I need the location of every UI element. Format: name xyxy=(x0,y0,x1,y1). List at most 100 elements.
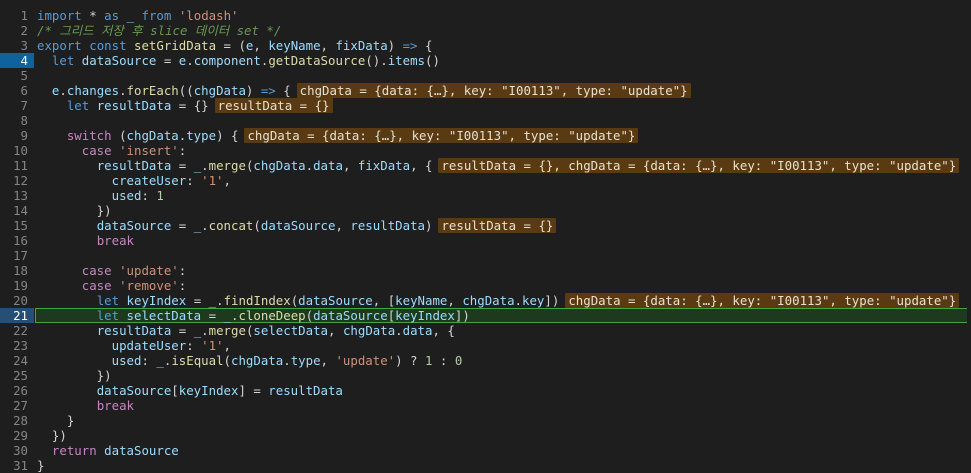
code-text[interactable]: resultData = _.merge(selectData, chgData… xyxy=(37,323,455,338)
line-number[interactable]: 1 xyxy=(0,8,28,23)
line-number[interactable]: 16 xyxy=(0,233,28,248)
code-line[interactable]: 27 break xyxy=(0,398,971,413)
code-line[interactable]: 9 switch (chgData.type) {chgData = {data… xyxy=(0,128,971,143)
code-text[interactable]: }) xyxy=(37,428,67,443)
code-line[interactable]: 17 xyxy=(0,248,971,263)
code-text[interactable]: return dataSource xyxy=(37,443,179,458)
code-line[interactable]: 30 return dataSource xyxy=(0,443,971,458)
code-line[interactable]: 23 updateUser: '1', xyxy=(0,338,971,353)
code-text[interactable]: }) xyxy=(37,368,112,383)
line-number[interactable]: 4 xyxy=(0,53,28,68)
line-number[interactable]: 9 xyxy=(0,128,28,143)
line-number[interactable]: 18 xyxy=(0,263,28,278)
code-line[interactable]: 20 let keyIndex = _.findIndex(dataSource… xyxy=(0,293,971,308)
code-line[interactable]: 11 resultData = _.merge(chgData.data, fi… xyxy=(0,158,971,173)
code-text[interactable]: let keyIndex = _.findIndex(dataSource, [… xyxy=(37,293,960,308)
code-line[interactable]: 28 } xyxy=(0,413,971,428)
code-line[interactable]: 13 used: 1 xyxy=(0,188,971,203)
code-line[interactable]: 16 break xyxy=(0,233,971,248)
line-number[interactable]: 3 xyxy=(0,38,28,53)
code-text[interactable]: } xyxy=(37,413,74,428)
code-line[interactable]: 7 let resultData = {} resultData = {} xyxy=(0,98,971,113)
code-text[interactable]: let resultData = {} resultData = {} xyxy=(37,98,333,113)
code-text[interactable]: break xyxy=(37,233,134,248)
debug-inline-value[interactable]: chgData = {data: {…}, key: "I00113", typ… xyxy=(244,128,639,143)
line-number[interactable]: 7 xyxy=(0,98,28,113)
line-number[interactable]: 5 xyxy=(0,68,28,83)
code-text[interactable]: let selectData = _.cloneDeep(dataSource[… xyxy=(37,308,470,323)
line-number[interactable]: 25 xyxy=(0,368,28,383)
line-number[interactable]: 19 xyxy=(0,278,28,293)
line-number[interactable]: 29 xyxy=(0,428,28,443)
code-text[interactable]: /* 그리드 저장 후 slice 데이터 set */ xyxy=(37,23,281,38)
code-text[interactable]: export const setGridData = (e, keyName, … xyxy=(37,38,432,53)
code-token: '1' xyxy=(201,338,224,353)
code-line[interactable]: 26 dataSource[keyIndex] = resultData xyxy=(0,383,971,398)
line-number[interactable]: 17 xyxy=(0,248,28,263)
line-number[interactable]: 6 xyxy=(0,83,28,98)
code-line[interactable]: 25 }) xyxy=(0,368,971,383)
code-line[interactable]: 5 xyxy=(0,68,971,83)
code-editor[interactable]: 1 import * as _ from 'lodash' 2 /* 그리드 저장 후… xyxy=(0,0,971,473)
code-text[interactable]: e.changes.forEach((chgData) => {chgData … xyxy=(37,83,691,98)
code-line[interactable]: 22 resultData = _.merge(selectData, chgD… xyxy=(0,323,971,338)
line-number[interactable]: 27 xyxy=(0,398,28,413)
code-line[interactable]: 1 import * as _ from 'lodash' xyxy=(0,8,971,23)
line-number[interactable]: 20 xyxy=(0,293,28,308)
code-line[interactable]: 14 }) xyxy=(0,203,971,218)
code-line[interactable]: 24 used: _.isEqual(chgData.type, 'update… xyxy=(0,353,971,368)
line-number[interactable]: 2 xyxy=(0,23,28,38)
code-text[interactable]: resultData = _.merge(chgData.data, fixDa… xyxy=(37,158,960,173)
code-line[interactable]: 2 /* 그리드 저장 후 slice 데이터 set */ xyxy=(0,23,971,38)
code-line[interactable]: 18 case 'update': xyxy=(0,263,971,278)
code-text[interactable]: updateUser: '1', xyxy=(37,338,231,353)
code-text[interactable]: used: 1 xyxy=(37,188,164,203)
line-number[interactable]: 24 xyxy=(0,353,28,368)
line-number[interactable]: 21 xyxy=(0,308,28,323)
code-text[interactable]: }) xyxy=(37,203,112,218)
debug-inline-value[interactable]: resultData = {} xyxy=(438,218,557,233)
line-number[interactable]: 26 xyxy=(0,383,28,398)
line-number[interactable]: 14 xyxy=(0,203,28,218)
code-line[interactable]: 21 let selectData = _.cloneDeep(dataSour… xyxy=(0,308,971,323)
code-text[interactable]: createUser: '1', xyxy=(37,173,231,188)
code-line[interactable]: 4 let dataSource = e.component.getDataSo… xyxy=(0,53,971,68)
line-number[interactable]: 8 xyxy=(0,113,28,128)
debug-inline-value[interactable]: chgData = {data: {…}, key: "I00113", typ… xyxy=(565,293,960,308)
line-number[interactable]: 15 xyxy=(0,218,28,233)
debug-inline-value[interactable]: resultData = {}, chgData = {data: {…}, k… xyxy=(438,158,960,173)
code-line[interactable]: 10 case 'insert': xyxy=(0,143,971,158)
code-line[interactable]: 6 e.changes.forEach((chgData) => {chgDat… xyxy=(0,83,971,98)
debug-inline-value[interactable]: chgData = {data: {…}, key: "I00113", typ… xyxy=(296,83,691,98)
code-text[interactable]: used: _.isEqual(chgData.type, 'update') … xyxy=(37,353,463,368)
line-number[interactable]: 30 xyxy=(0,443,28,458)
code-line[interactable]: 8 xyxy=(0,113,971,128)
code-line[interactable]: 3 export const setGridData = (e, keyName,… xyxy=(0,38,971,53)
code-line[interactable]: 15 dataSource = _.concat(dataSource, res… xyxy=(0,218,971,233)
line-number[interactable]: 31 xyxy=(0,458,28,473)
code-text[interactable]: break xyxy=(37,398,134,413)
code-line[interactable]: 29 }) xyxy=(0,428,971,443)
code-text[interactable]: } xyxy=(37,458,44,473)
debug-inline-value[interactable]: resultData = {} xyxy=(214,98,333,113)
line-number[interactable]: 22 xyxy=(0,323,28,338)
code-text[interactable]: case 'update': xyxy=(37,263,186,278)
code-text[interactable]: case 'remove': xyxy=(37,278,186,293)
code-line[interactable]: 12 createUser: '1', xyxy=(0,173,971,188)
line-number[interactable]: 28 xyxy=(0,413,28,428)
code-line[interactable]: 31} xyxy=(0,458,971,473)
code-text[interactable]: let dataSource = e.component.getDataSour… xyxy=(37,53,440,68)
line-number[interactable]: 13 xyxy=(0,188,28,203)
code-text[interactable]: case 'insert': xyxy=(37,143,186,158)
code-text[interactable]: switch (chgData.type) {chgData = {data: … xyxy=(37,128,639,143)
line-number[interactable]: 10 xyxy=(0,143,28,158)
vertical-scrollbar[interactable] xyxy=(967,0,971,468)
line-number[interactable]: 11 xyxy=(0,158,28,173)
code-line[interactable]: 19 case 'remove': xyxy=(0,278,971,293)
code-text[interactable]: dataSource[keyIndex] = resultData xyxy=(37,383,343,398)
line-number[interactable]: 12 xyxy=(0,173,28,188)
code-text[interactable]: dataSource = _.concat(dataSource, result… xyxy=(37,218,557,233)
code-text[interactable]: import * as _ from 'lodash' xyxy=(37,8,239,23)
line-number[interactable]: 23 xyxy=(0,338,28,353)
